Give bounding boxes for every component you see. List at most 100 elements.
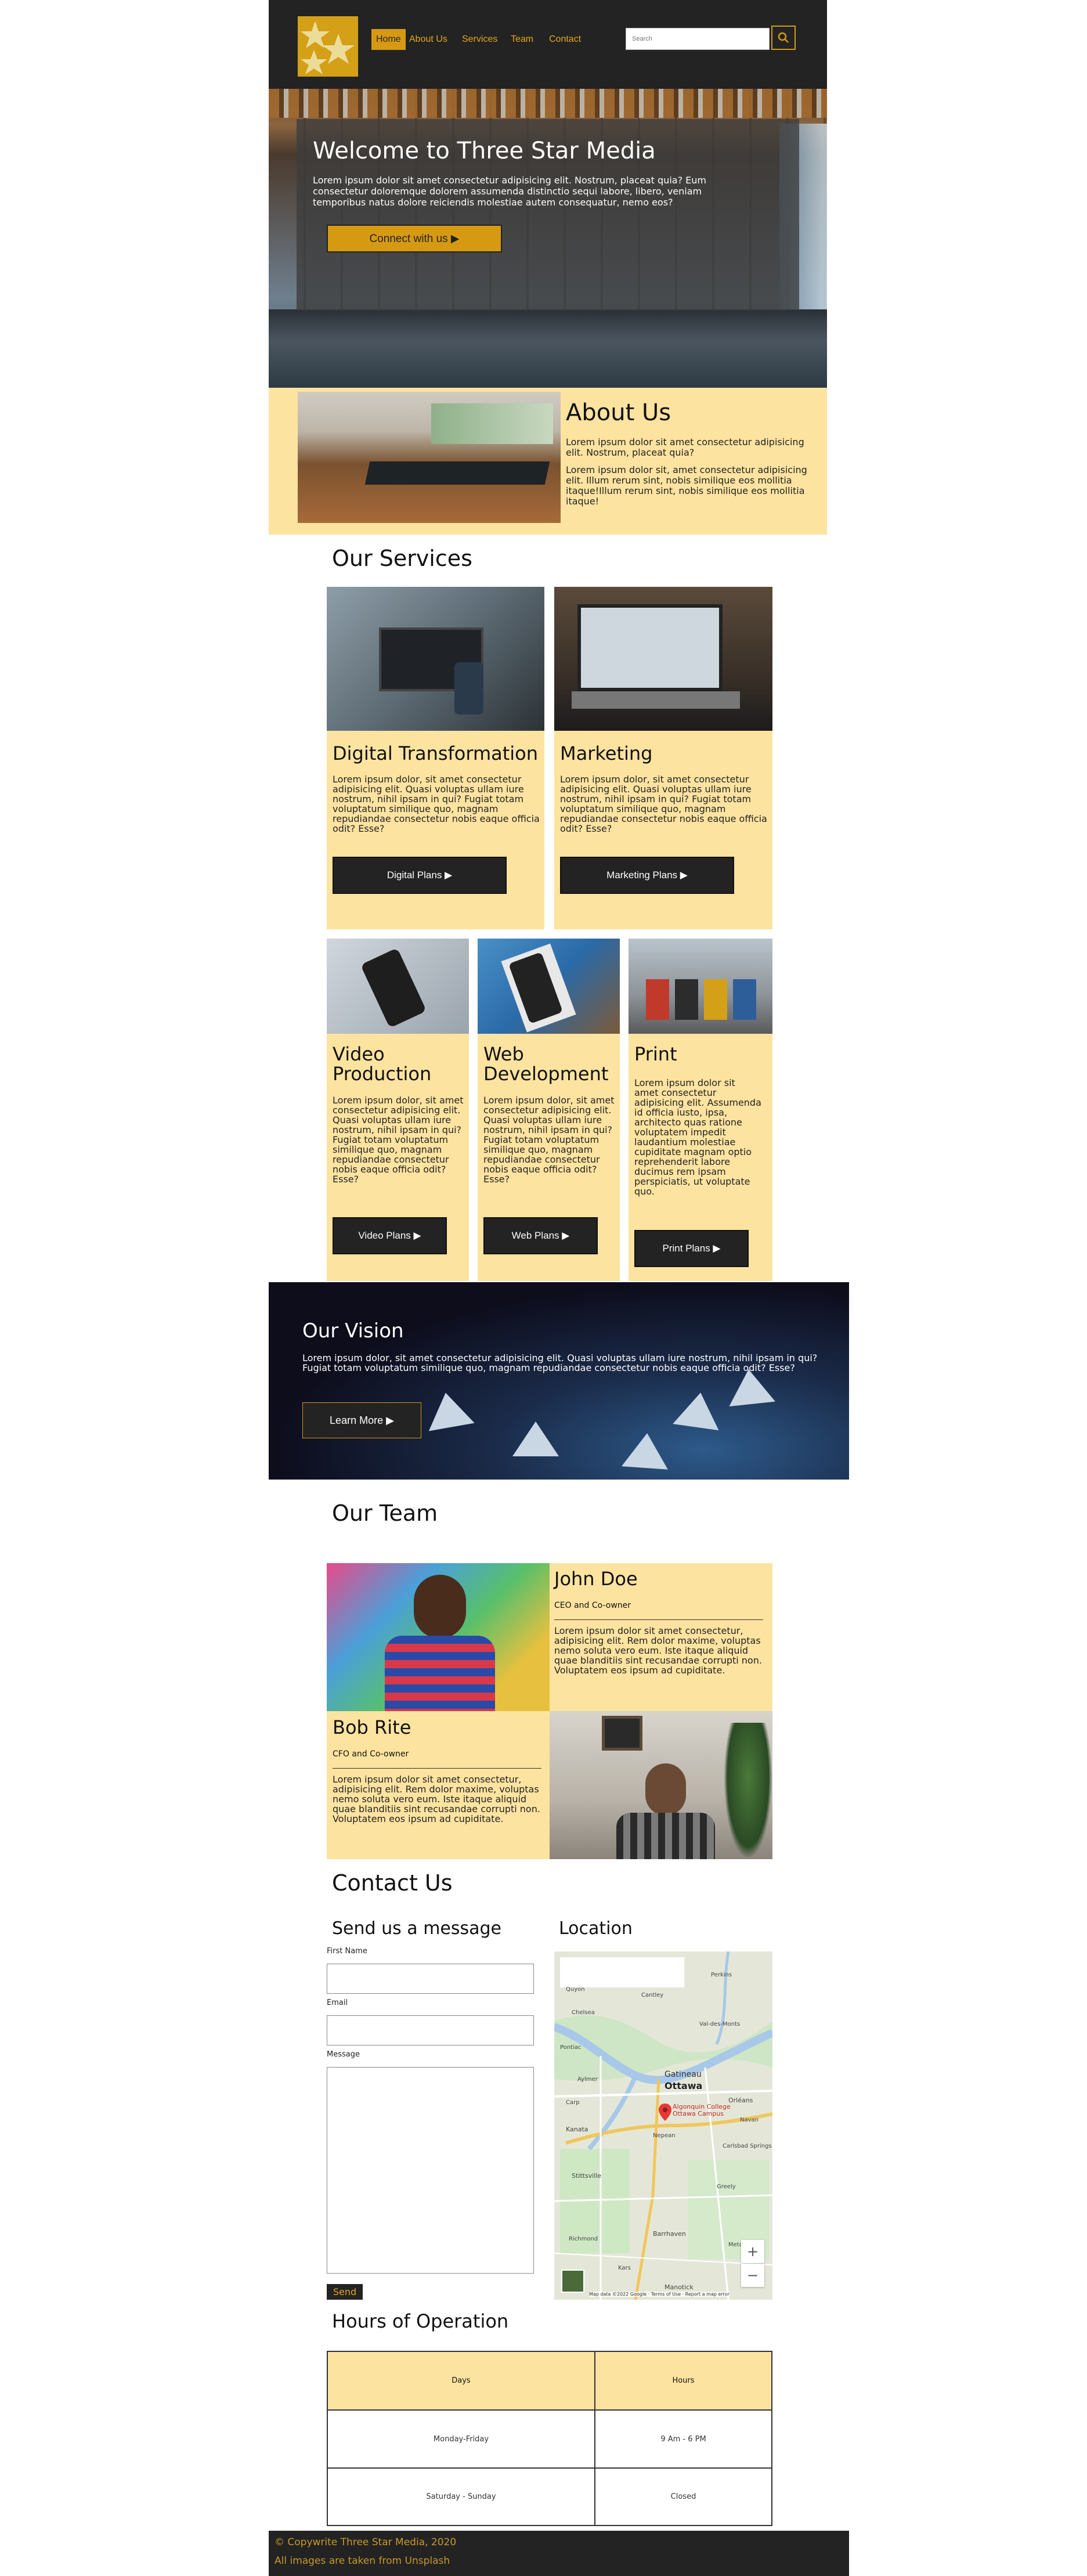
learn-more-button[interactable]: Learn More ▶: [302, 1402, 421, 1438]
map-city-label: Perkins: [711, 1972, 732, 1978]
table-cell: Closed: [595, 2468, 772, 2526]
location-title: Location: [559, 1918, 633, 1939]
nav-team[interactable]: Team: [506, 29, 538, 50]
card-text: Lorem ipsum dolor sit amet consectetur a…: [634, 1077, 761, 1197]
map-city-label: Gatineau: [665, 2070, 702, 2079]
service-card-video: Video Production Lorem ipsum dolor, sit …: [327, 939, 469, 1281]
video-plans-button[interactable]: Video Plans ▶: [333, 1217, 447, 1254]
map-city-label: Cantley: [641, 1992, 664, 1998]
laptop-base-decor: [572, 691, 740, 709]
divider: [333, 1768, 541, 1769]
laptop-phone-image: [327, 587, 544, 731]
map-city-label: Stittsville: [572, 2172, 602, 2180]
email-input[interactable]: [327, 2015, 534, 2045]
hero-title: Welcome to Three Star Media: [313, 138, 656, 164]
service-card-print: Print Lorem ipsum dolor sit amet consect…: [629, 939, 772, 1281]
team-member-role: CFO and Co-owner: [333, 1749, 409, 1759]
map-city-label: Richmond: [569, 2236, 598, 2242]
nav-contact[interactable]: Contact: [544, 29, 586, 50]
map-city-label: Ottawa: [665, 2080, 703, 2091]
laptop-screen-decor: [577, 604, 723, 691]
team-member-bio: Lorem ipsum dolor sit amet consectetur, …: [333, 1774, 540, 1824]
map-city-label: Carp: [566, 2099, 580, 2106]
ping-pong-table-decor: [364, 461, 550, 485]
service-card-digital: Digital Transformation Lorem ipsum dolor…: [327, 587, 544, 929]
map-city-label: Navan: [740, 2117, 759, 2123]
map-city-label: Aylmer: [577, 2076, 598, 2083]
first-name-label: First Name: [327, 1947, 367, 1956]
hero-office-image: [269, 309, 827, 388]
hero-text: Lorem ipsum dolor sit amet consectetur a…: [313, 175, 706, 208]
box-decor-blue: [733, 979, 756, 1020]
john-doe-photo: [327, 1563, 550, 1711]
table-header-hours: Hours: [595, 2351, 772, 2410]
contact-title: Contact Us: [332, 1870, 453, 1896]
message-textarea[interactable]: [327, 2067, 534, 2274]
card-title: Marketing: [560, 742, 653, 764]
team-member-name: John Doe: [554, 1568, 638, 1590]
paper-boat-decor: [512, 1422, 559, 1456]
nav-services[interactable]: Services: [457, 29, 502, 50]
about-paragraph-1: Lorem ipsum dolor sit amet consectetur a…: [566, 436, 804, 458]
message-label: Message: [327, 2050, 360, 2059]
card-text: Lorem ipsum dolor, sit amet consectetur …: [483, 1095, 615, 1185]
map-city-label: Pontiac: [560, 2044, 582, 2051]
search-button[interactable]: [771, 26, 796, 50]
shirt-decor: [385, 1636, 495, 1711]
send-button[interactable]: Send: [327, 2284, 363, 2300]
map-city-label: Carlsbad Springs: [723, 2143, 772, 2149]
google-map[interactable]: Gatineau Ottawa Orléans Kanata Nepean St…: [554, 1951, 772, 2300]
card-text: Lorem ipsum dolor, sit amet consectetur …: [333, 774, 540, 834]
footer: © Copywrite Three Star Media, 2020 All i…: [269, 2531, 849, 2576]
newspaper-boxes-image: [629, 939, 772, 1034]
phone-video-image: [327, 939, 469, 1034]
plant-decor: [724, 1723, 772, 1859]
nav-about-us[interactable]: About Us: [405, 29, 452, 50]
connect-with-us-button[interactable]: Connect with us ▶: [327, 225, 502, 252]
search-icon: [778, 32, 789, 43]
box-decor-red: [646, 979, 669, 1020]
top-navbar: Home About Us Services Team Contact: [269, 0, 827, 89]
about-window-decor: [431, 403, 553, 444]
about-section: About Us Lorem ipsum dolor sit amet cons…: [269, 388, 827, 535]
hours-title: Hours of Operation: [332, 2310, 509, 2332]
three-stars-logo[interactable]: [298, 16, 358, 77]
laptop-chart-image: [554, 587, 772, 731]
search-input[interactable]: [626, 28, 770, 50]
vision-section: Our Vision Lorem ipsum dolor, sit amet c…: [269, 1282, 849, 1480]
paper-boat-decor: [422, 1388, 475, 1431]
first-name-input[interactable]: [327, 1964, 534, 1994]
card-text: Lorem ipsum dolor, sit amet consectetur …: [333, 1095, 464, 1185]
map-city-label: Barrhaven: [653, 2230, 686, 2238]
card-title: Video Production: [333, 1043, 432, 1085]
paper-boat-decor: [622, 1431, 670, 1470]
map-city-label: Chelsea: [572, 2009, 595, 2016]
table-header-days: Days: [327, 2351, 595, 2410]
services-title: Our Services: [332, 546, 472, 571]
map-pin-icon[interactable]: [659, 2104, 671, 2123]
vision-text: Lorem ipsum dolor, sit amet consectetur …: [302, 1352, 818, 1373]
web-plans-button[interactable]: Web Plans ▶: [483, 1217, 598, 1254]
head-decor: [645, 1763, 686, 1816]
shirt-decor: [616, 1813, 715, 1859]
card-title: Print: [634, 1043, 677, 1065]
map-layer-toggle[interactable]: [561, 2270, 584, 2293]
zoom-in-button[interactable]: +: [741, 2240, 764, 2263]
table-cell: Saturday - Sunday: [327, 2468, 595, 2526]
team-section: John Doe CEO and Co-owner Lorem ipsum do…: [327, 1563, 772, 1859]
marketing-plans-button[interactable]: Marketing Plans ▶: [560, 857, 734, 894]
team-title: Our Team: [332, 1500, 438, 1526]
digital-plans-button[interactable]: Digital Plans ▶: [333, 857, 507, 894]
table-cell: Monday-Friday: [327, 2410, 595, 2468]
print-plans-button[interactable]: Print Plans ▶: [634, 1230, 749, 1267]
team-member-bio: Lorem ipsum dolor sit amet consectetur, …: [554, 1625, 762, 1676]
nav-home[interactable]: Home: [371, 29, 406, 50]
table-cell: 9 Am - 6 PM: [595, 2410, 772, 2468]
frame-decor: [602, 1716, 642, 1751]
phone-decor: [454, 662, 483, 715]
zoom-out-button[interactable]: −: [741, 2264, 764, 2287]
phone-decor: [360, 947, 427, 1029]
box-decor-yellow: [704, 979, 727, 1020]
phone-notebook-image: [478, 939, 620, 1034]
image-credit-text: All images are taken from Unsplash: [275, 2555, 450, 2567]
